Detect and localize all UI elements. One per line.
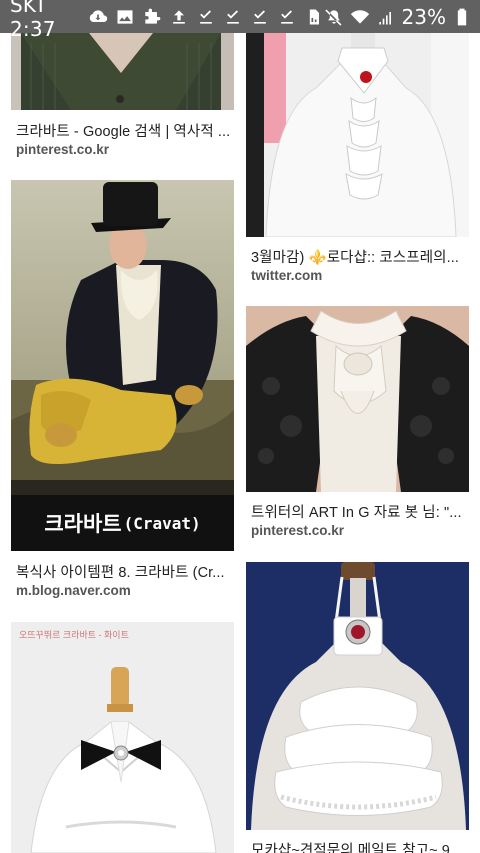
result-source[interactable]: pinterest.co.kr bbox=[251, 523, 466, 538]
result-thumbnail-vest[interactable] bbox=[11, 33, 234, 110]
result-source[interactable]: pinterest.co.kr bbox=[16, 142, 231, 157]
puzzle-icon bbox=[142, 7, 162, 27]
result-thumbnail-bow[interactable]: 오뜨꾸뛰르 크라바트 - 화이트 bbox=[11, 622, 234, 853]
result-caption[interactable]: 모카샵~견적문의 메일트 참고~ 9... bbox=[251, 839, 466, 853]
cravat-caption-band: 크라바트 (Cravat) bbox=[11, 495, 234, 551]
result-caption[interactable]: 트위터의 ART In G 자료 봇 님: "... bbox=[251, 501, 466, 522]
result-thumbnail-portrait[interactable]: 크라바트 (Cravat) bbox=[11, 180, 234, 551]
wifi-icon bbox=[350, 7, 370, 27]
mute-icon bbox=[324, 7, 344, 27]
check-icon bbox=[250, 7, 270, 27]
result-caption[interactable]: 크라바트 - Google 검색 | 역사적 ... bbox=[16, 120, 231, 141]
check-icon bbox=[277, 7, 297, 27]
check-icon bbox=[196, 7, 216, 27]
result-thumbnail-damask-vest[interactable] bbox=[246, 306, 469, 492]
cloud-sync-icon bbox=[88, 7, 108, 27]
carrier-time: SKT 2:37 bbox=[10, 0, 56, 41]
result-source[interactable]: m.blog.naver.com bbox=[16, 583, 231, 598]
result-thumbnail-ruffle-shirt[interactable] bbox=[246, 33, 469, 237]
sim-icon bbox=[304, 7, 324, 27]
cravat-korean: 크라바트 bbox=[44, 512, 122, 536]
upload-icon bbox=[169, 7, 189, 27]
result-thumbnail-lace-jabot[interactable] bbox=[246, 562, 469, 830]
cravat-latin: (Cravat) bbox=[123, 513, 201, 533]
result-caption[interactable]: 3월마감) ⚜️로다샵:: 코스프레의... bbox=[251, 246, 466, 267]
image-icon bbox=[115, 7, 135, 27]
result-caption[interactable]: 복식사 아이템편 8. 크라바트 (Cr... bbox=[16, 561, 231, 582]
battery-icon bbox=[452, 7, 472, 27]
watermark-text: 오뜨꾸뛰르 크라바트 - 화이트 bbox=[19, 630, 129, 640]
result-source[interactable]: twitter.com bbox=[251, 268, 466, 283]
battery-percent: 23% bbox=[401, 4, 446, 29]
status-bar: SKT 2:37 23% bbox=[0, 0, 480, 41]
check-icon bbox=[223, 7, 243, 27]
signal-icon bbox=[376, 7, 396, 27]
